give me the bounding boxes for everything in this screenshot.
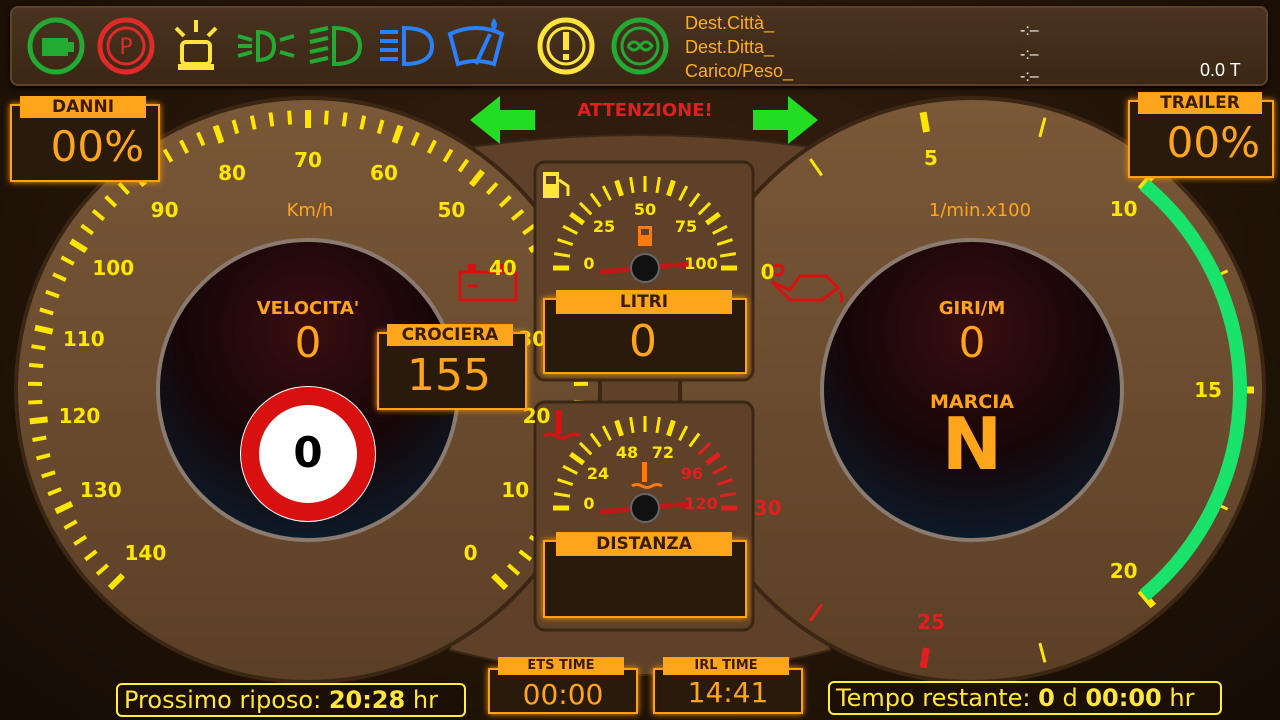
trailer-value: 00% (1166, 118, 1260, 167)
fuel-ticks-label: 25 (592, 217, 616, 237)
speed-limit-value: 0 (293, 428, 323, 477)
high-beam-blue-icon (380, 25, 435, 67)
remaining-timer: Tempo restante: 0 d 00:00 hr (828, 681, 1222, 715)
speed-tick (28, 362, 44, 369)
fuel-ticks-label: 75 (674, 217, 698, 237)
speed-tick-label: 80 (218, 160, 246, 185)
damage-value: 00% (50, 122, 144, 171)
temp-ticks-label: 120 (684, 494, 718, 514)
fuel-ticks-label: 0 (583, 254, 595, 274)
cargo-value: -:– (1020, 68, 1039, 85)
speed-tick (28, 399, 43, 405)
speed-tick-label: 50 (437, 198, 466, 223)
speed-label: VELOCITA' (256, 298, 360, 319)
right-turn-arrow-icon (753, 96, 818, 144)
cargo-label: Carico/Peso_ (685, 61, 794, 81)
beacon-icon (174, 20, 218, 70)
fuel-value: 0 (629, 316, 657, 367)
rpm-tick-label: 0 (760, 260, 775, 284)
ets-time-value: 00:00 (522, 678, 604, 711)
left-turn-arrow-icon (470, 96, 535, 144)
speed-tick (359, 115, 367, 130)
svg-text:P: P (119, 35, 132, 60)
rpm-unit: 1/min.x100 (928, 200, 1032, 221)
cruise-label: CROCIERA (387, 324, 513, 346)
trailer-label: TRAILER (1138, 92, 1262, 114)
rpm-tick-label: 25 (917, 610, 945, 635)
temp-ticks-label: 72 (651, 443, 675, 463)
parking-brake-icon: P (97, 17, 155, 75)
rpm-tick-label: 30 (753, 496, 782, 520)
cruise-infinite-icon (611, 17, 669, 75)
speed-tick (34, 324, 54, 335)
speed-tick-label: 110 (62, 326, 105, 351)
rpm-tick (919, 111, 930, 133)
speed-tick-label: 70 (294, 148, 322, 172)
warning-text: ATTENZIONE! (577, 100, 713, 121)
remaining-unit: hr (1169, 684, 1195, 712)
rpm-tick-label: 5 (924, 145, 938, 170)
speed-tick-label: 60 (370, 160, 398, 185)
remaining-label: Tempo restante: (836, 684, 1031, 712)
dest-city-label: Dest.Città_ (685, 13, 775, 33)
gear-value: N (941, 402, 1003, 486)
low-beam-icon (237, 29, 295, 63)
cargo-weight: 0.0 T (1200, 60, 1241, 80)
speed-tick-label: 10 (501, 477, 530, 502)
speed-tick (268, 112, 275, 127)
speed-value: 0 (294, 318, 322, 367)
dest-company-value: -:– (1020, 46, 1039, 63)
speed-tick (323, 110, 329, 125)
engine-warning-icon (27, 17, 85, 75)
speed-tick-label: 0 (463, 540, 478, 565)
rest-unit: hr (412, 686, 438, 714)
temp-ticks-label: 0 (583, 494, 595, 514)
rpm-value: 0 (958, 318, 986, 367)
speed-tick (249, 115, 257, 130)
cruise-value: 155 (407, 350, 491, 401)
speed-tick (29, 416, 48, 425)
speed-tick-label: 120 (58, 403, 101, 428)
rpm-tick-label: 20 (1109, 558, 1138, 583)
remaining-days: 0 (1038, 684, 1055, 712)
rpm-tick-label: 15 (1194, 378, 1222, 402)
speed-tick (287, 110, 293, 125)
irl-time-label: IRL TIME (663, 657, 789, 675)
fuel-ticks-label: 100 (684, 254, 718, 274)
rpm-tick (919, 647, 930, 669)
distance-label: DISTANZA (556, 532, 732, 556)
dest-city-value: -:– (1020, 22, 1039, 39)
rest-label: Prossimo riposo: (124, 686, 322, 714)
ets-time-label: ETS TIME (498, 657, 624, 675)
temp-ticks-label: 96 (680, 464, 704, 484)
irl-time-value: 14:41 (687, 676, 769, 709)
remaining-time: 00:00 (1085, 684, 1162, 712)
speed-tick-label: 130 (79, 477, 122, 502)
remaining-days-unit: d (1062, 684, 1078, 712)
speed-tick-label: 40 (488, 255, 517, 280)
speed-tick-label: 90 (150, 198, 179, 223)
rest-value: 20:28 (328, 686, 406, 714)
rpm-tick-label: 10 (1109, 197, 1138, 222)
rpm-label: GIRI/M (938, 298, 1006, 319)
high-beam-green-icon (309, 25, 363, 67)
damage-label: DANNI (20, 96, 146, 118)
dest-company-label: Dest.Ditta_ (685, 37, 775, 57)
speed-tick (341, 112, 348, 127)
temp-ticks-label: 24 (586, 464, 610, 484)
speed-tick (31, 344, 46, 351)
brake-warning-icon (537, 17, 595, 75)
speed-tick-label: 100 (92, 255, 135, 280)
fuel-label: LITRI (556, 290, 732, 314)
speed-tick-label: 140 (124, 540, 167, 565)
speed-unit: Km/h (286, 200, 334, 221)
speed-tick (32, 435, 47, 442)
rest-timer: Prossimo riposo: 20:28 hr (116, 683, 466, 717)
wiper-icon (447, 18, 505, 67)
